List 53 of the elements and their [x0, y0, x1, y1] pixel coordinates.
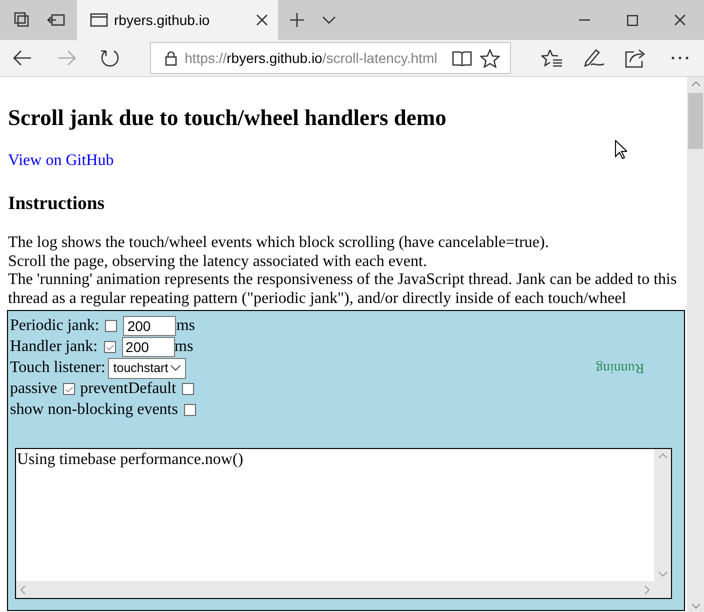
- log-line: Using timebase performance.now(): [17, 451, 244, 469]
- control-label: Periodic jank:: [10, 317, 100, 335]
- book-icon[interactable]: [452, 50, 472, 66]
- cursor-icon: [615, 140, 627, 159]
- log-box[interactable]: Using timebase performance.now(): [15, 448, 672, 599]
- control-label: show non-blocking events: [10, 401, 178, 419]
- section-heading: Instructions: [8, 192, 106, 216]
- share-icon[interactable]: [625, 48, 648, 68]
- dropdown[interactable]: touchstart: [108, 358, 186, 378]
- checkbox[interactable]: [182, 383, 194, 395]
- instruction-text: Scroll the page, observing the latency associated with each event.: [8, 252, 428, 271]
- minimize-icon[interactable]: [578, 19, 590, 21]
- instruction-text: The 'running' animation represents the responsiveness of the JavaScript thread. Jank can be added to this thread as a regular repeating pattern ("periodic jank"), and/or directly inside of each touch/wheel: [8, 271, 678, 308]
- address-bar[interactable]: https://rbyers.github.io/scroll-latency.html: [150, 42, 511, 74]
- checkbox[interactable]: [105, 320, 118, 332]
- more-icon[interactable]: [671, 56, 690, 60]
- tab-title: rbyers.github.io: [114, 12, 211, 28]
- instruction-text: The log shows the touch/wheel events which block scrolling (have cancelable=true).: [8, 234, 550, 252]
- scroll-thumb[interactable]: [688, 93, 703, 149]
- maximize-icon[interactable]: [626, 14, 638, 26]
- star-icon[interactable]: [480, 48, 500, 68]
- scroll-down-icon[interactable]: [690, 603, 700, 609]
- chevron-down-icon[interactable]: [322, 16, 336, 24]
- page-scrollbar[interactable]: [687, 77, 704, 612]
- number-field[interactable]: 200: [122, 337, 175, 357]
- browser-tab[interactable]: rbyers.github.io: [77, 0, 278, 40]
- control-label: Touch listener:: [10, 359, 106, 377]
- control-label: passive: [10, 380, 58, 398]
- refresh-icon[interactable]: [100, 48, 120, 68]
- unit-label: ms: [174, 338, 194, 356]
- running-label: Running: [596, 359, 644, 375]
- tab-restore-icon[interactable]: [47, 13, 65, 27]
- url-text: https://rbyers.github.io/scroll-latency.html: [184, 50, 438, 66]
- page-icon: [90, 13, 108, 27]
- page-heading: Scroll jank due to touch/wheel handlers demo: [8, 104, 448, 132]
- scroll-up-icon[interactable]: [690, 81, 700, 87]
- checkbox[interactable]: [63, 383, 76, 395]
- back-icon[interactable]: [12, 50, 32, 66]
- github-link[interactable]: View on GitHub: [8, 152, 114, 170]
- chevron-down-icon: [170, 364, 182, 372]
- control-label: preventDefault: [80, 380, 176, 398]
- star-list-icon[interactable]: [541, 48, 564, 68]
- close-icon[interactable]: [256, 14, 268, 26]
- unit-label: ms: [176, 317, 195, 335]
- control-label: Handler jank:: [10, 338, 98, 356]
- checkbox[interactable]: [184, 404, 196, 416]
- lock-icon: [164, 50, 177, 66]
- new-tab-icon[interactable]: [290, 13, 304, 27]
- number-field[interactable]: 200: [123, 316, 176, 336]
- checkbox[interactable]: [104, 341, 116, 353]
- close-icon[interactable]: [674, 14, 686, 26]
- tabs-aside-icon[interactable]: [14, 12, 30, 28]
- pen-icon[interactable]: [583, 48, 606, 68]
